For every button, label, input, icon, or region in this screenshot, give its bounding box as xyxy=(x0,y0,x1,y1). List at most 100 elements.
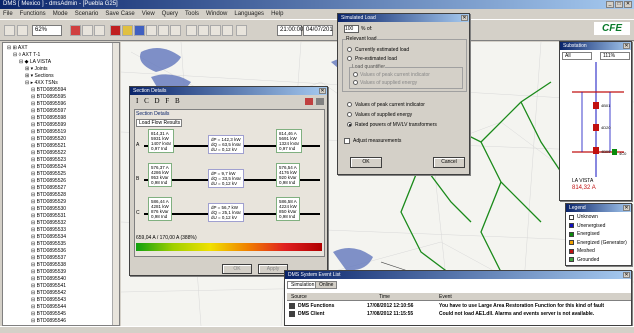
tree-node[interactable]: ⊟ BTD0895543 xyxy=(31,297,66,303)
event-row[interactable]: DMS Functions 17/08/2012 12:10:56 You ha… xyxy=(287,302,631,310)
fault-icon[interactable] xyxy=(134,25,145,36)
tab-load-flow[interactable]: Load Flow Results xyxy=(136,119,182,127)
tree-node[interactable]: ⊟ BTD0895521 xyxy=(31,143,66,149)
record-icon[interactable] xyxy=(70,25,81,36)
radio-supplied[interactable] xyxy=(347,112,352,117)
close-icon[interactable]: ✕ xyxy=(623,205,630,211)
radio-currently[interactable] xyxy=(347,47,352,52)
tree-node[interactable]: ⊟ BTD0895530 xyxy=(31,206,66,212)
tree-node[interactable]: ⊟ BTD0895546 xyxy=(31,318,66,324)
close-button[interactable]: ✕ xyxy=(624,1,632,8)
percent-input[interactable]: 100 xyxy=(344,25,359,33)
tree-node[interactable]: ⊟ BTD0895520 xyxy=(31,136,66,142)
print-icon[interactable] xyxy=(316,98,324,105)
ok-button[interactable]: OK xyxy=(350,157,382,168)
tree-node[interactable]: ⊟ BTD0895533 xyxy=(31,227,66,233)
close-icon[interactable]: ✕ xyxy=(623,272,630,278)
tree-item-la-vista[interactable]: ⊟ ◆ LA VISTA xyxy=(19,59,51,65)
maximize-button[interactable]: □ xyxy=(615,1,623,8)
tree-node[interactable]: ⊟ BTD0895544 xyxy=(31,304,66,310)
tree-node[interactable]: ⊟ BTD0895534 xyxy=(31,234,66,240)
tree-node[interactable]: ⊟ BTD0895539 xyxy=(31,269,66,275)
menu-save-case[interactable]: Save Case xyxy=(105,11,134,17)
tree-item-axt-t1[interactable]: ⊟ ◊ AXT T-1 xyxy=(13,52,40,58)
date-field[interactable]: 04/07/201 xyxy=(303,25,333,36)
tree-node[interactable]: ⊟ BTD0895528 xyxy=(31,192,66,198)
substation-zoom[interactable]: 111% xyxy=(600,52,630,60)
tree-node[interactable]: ⊟ BTD0895522 xyxy=(31,150,66,156)
tab-simulation[interactable]: Simulation xyxy=(287,281,319,289)
tree-node[interactable]: ⊟ BTD0895598 xyxy=(31,115,66,121)
tree-node[interactable]: ⊟ BTD0895524 xyxy=(31,164,66,170)
tree-node[interactable]: ⊟ BTD0895597 xyxy=(31,108,66,114)
tree-node[interactable]: ⊟ BTD0895527 xyxy=(31,185,66,191)
find-icon[interactable] xyxy=(94,25,105,36)
radio-pre[interactable] xyxy=(347,56,352,61)
tree-node[interactable]: ⊟ BTD0895596 xyxy=(31,101,66,107)
menu-functions[interactable]: Functions xyxy=(20,11,46,17)
tree-item-tsns[interactable]: ⊟ ▸ 4XX TSNs xyxy=(25,80,58,86)
close-icon[interactable]: ✕ xyxy=(319,88,326,94)
tree-node[interactable]: ⊟ BTD0895532 xyxy=(31,220,66,226)
close-icon[interactable]: ✕ xyxy=(623,43,630,49)
menu-query[interactable]: Query xyxy=(162,11,178,17)
tree-node[interactable]: ⊟ BTD0895537 xyxy=(31,255,66,261)
tree-node[interactable]: ⊟ BTD0895540 xyxy=(31,276,66,282)
tree-node[interactable]: ⊟ BTD0895538 xyxy=(31,262,66,268)
minimize-button[interactable]: _ xyxy=(606,1,614,8)
cancel-button[interactable]: Cancel xyxy=(433,157,465,168)
menu-mode[interactable]: Mode xyxy=(53,11,68,17)
substation-filter[interactable]: All xyxy=(562,52,592,60)
zoom-combo[interactable]: 62% xyxy=(32,25,62,36)
table-icon[interactable] xyxy=(210,25,221,36)
tree-node[interactable]: ⊟ BTD0895519 xyxy=(31,129,66,135)
radio-peak-disabled[interactable] xyxy=(353,72,358,77)
tree-node[interactable]: ⊟ BTD0895542 xyxy=(31,290,66,296)
detail-tab-icons[interactable]: I C D F B xyxy=(136,98,182,105)
pen-icon[interactable] xyxy=(170,25,181,36)
tree-node[interactable]: ⊟ BTD0895599 xyxy=(31,122,66,128)
tree-node[interactable]: ⊟ BTD0895523 xyxy=(31,157,66,163)
radio-supplied-disabled[interactable] xyxy=(353,80,358,85)
tree-icon[interactable] xyxy=(4,25,15,36)
tree-node[interactable]: ⊟ BTD0895536 xyxy=(31,248,66,254)
grid-icon[interactable] xyxy=(17,25,28,36)
print2-icon[interactable] xyxy=(236,25,247,36)
tree-item-sections[interactable]: ⊞ ▾ Sections xyxy=(25,73,54,79)
tree-node[interactable]: ⊟ BTD0895541 xyxy=(31,283,66,289)
document-icon[interactable] xyxy=(186,25,197,36)
menu-file[interactable]: File xyxy=(3,11,13,17)
tree-node[interactable]: ⊟ BTD0895526 xyxy=(31,178,66,184)
tree-root[interactable]: ⊟ ⊞ AXT xyxy=(7,45,28,51)
tree-node[interactable]: ⊟ BTD0895535 xyxy=(31,241,66,247)
tree-node[interactable]: ⊟ BTD0895531 xyxy=(31,213,66,219)
adjust-checkbox[interactable] xyxy=(344,138,350,144)
tree-item-joints[interactable]: ⊞ ▾ Joints xyxy=(25,66,48,72)
line-icon[interactable] xyxy=(146,25,157,36)
event-row[interactable]: DMS Client 17/08/2012 11:15:55 Could not… xyxy=(287,310,631,318)
radio-peak[interactable] xyxy=(347,102,352,107)
save-icon[interactable] xyxy=(198,25,209,36)
feeder-icon[interactable] xyxy=(122,25,133,36)
header-source[interactable]: Source xyxy=(291,294,307,300)
menu-help[interactable]: Help xyxy=(271,11,283,17)
menu-scenario[interactable]: Scenario xyxy=(75,11,99,17)
close-icon[interactable]: ✕ xyxy=(461,15,468,21)
tree-scrollbar[interactable] xyxy=(112,43,119,325)
header-event[interactable]: Event xyxy=(439,294,452,300)
switch-icon[interactable] xyxy=(110,25,121,36)
chart-icon[interactable] xyxy=(222,25,233,36)
tree-node[interactable]: ⊟ BTD0895595 xyxy=(31,94,66,100)
tab-online[interactable]: Online xyxy=(315,281,338,289)
menu-view[interactable]: View xyxy=(142,11,155,17)
cut-icon[interactable] xyxy=(158,25,169,36)
time-field[interactable]: 21:00:00 xyxy=(277,25,303,36)
menu-window[interactable]: Window xyxy=(206,11,227,17)
header-time[interactable]: Time xyxy=(379,294,390,300)
tree-node[interactable]: ⊟ BTD0895594 xyxy=(31,87,66,93)
export-icon[interactable] xyxy=(305,98,313,105)
tree-node[interactable]: ⊟ BTD0895529 xyxy=(31,199,66,205)
print-icon[interactable] xyxy=(82,25,93,36)
tree-node[interactable]: ⊟ BTD0895525 xyxy=(31,171,66,177)
ok-button[interactable]: OK xyxy=(222,264,252,274)
